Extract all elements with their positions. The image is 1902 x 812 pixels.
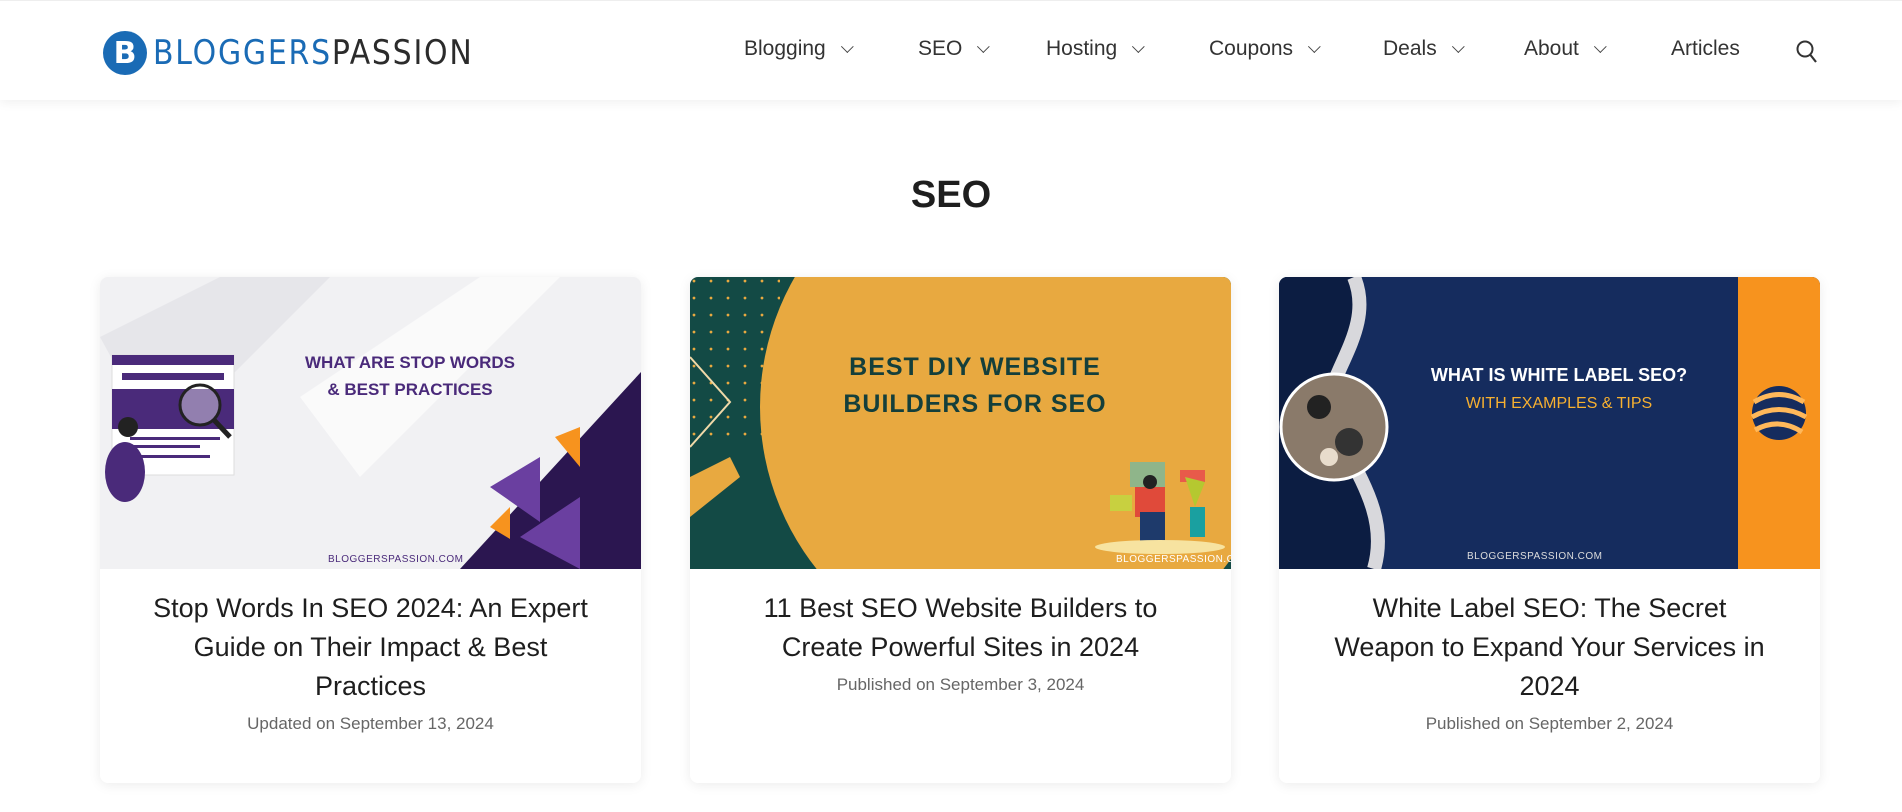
site-header: B BLOGGERSPASSION Blogging SEO Hosting C… (0, 0, 1902, 100)
thumbnail-heading: WHAT IS WHITE LABEL SEO? (1430, 365, 1688, 385)
nav-articles[interactable]: Articles (1671, 37, 1740, 61)
nav-seo[interactable]: SEO (918, 37, 991, 61)
post-title[interactable]: Stop Words In SEO 2024: An Expert Guide … (140, 589, 601, 706)
nav-blogging[interactable]: Blogging (744, 37, 854, 61)
post-title[interactable]: 11 Best SEO Website Builders to Create P… (730, 589, 1191, 667)
chevron-down-icon (1593, 39, 1607, 53)
post-thumbnail[interactable]: WHAT ARE STOP WORDS & BEST PRACTICES BLOG… (100, 277, 641, 569)
nav-about[interactable]: About (1524, 37, 1607, 61)
white-label-illustration (1279, 277, 1820, 569)
post-thumbnail[interactable]: WHAT IS WHITE LABEL SEO? WITH EXAMPLES &… (1279, 277, 1820, 569)
chevron-down-icon (1132, 39, 1145, 53)
thumbnail-heading: WHAT ARE STOP WORDS & BEST PRACTICES (305, 353, 515, 399)
post-title[interactable]: White Label SEO: The Secret Weapon to Ex… (1319, 589, 1780, 706)
search-icon[interactable] (1795, 39, 1819, 65)
logo-text: BLOGGERSPASSION (153, 33, 474, 73)
logo-badge-icon: B (103, 31, 147, 75)
stop-words-illustration (100, 277, 641, 569)
nav-coupons[interactable]: Coupons (1209, 37, 1321, 61)
post-date: Updated on September 13, 2024 (247, 714, 494, 733)
site-logo[interactable]: B BLOGGERSPASSION (103, 31, 517, 75)
post-date: Published on September 2, 2024 (1425, 714, 1674, 733)
website-builder-illustration (690, 277, 1231, 569)
page-title: SEO (910, 174, 992, 216)
thumbnail-heading: BEST DIY WEBSITE BUILDERS FOR SEO (843, 353, 1107, 418)
post-card[interactable]: WHAT IS WHITE LABEL SEO? WITH EXAMPLES &… (1279, 277, 1820, 783)
post-card[interactable]: WHAT ARE STOP WORDS & BEST PRACTICES BLOG… (100, 277, 641, 783)
chevron-down-icon (1308, 39, 1321, 53)
thumbnail-subheading: WITH EXAMPLES & TIPS (1465, 395, 1653, 412)
nav-hosting[interactable]: Hosting (1046, 37, 1145, 61)
post-thumbnail[interactable]: BEST DIY WEBSITE BUILDERS FOR SEO BLOGGER… (690, 277, 1231, 569)
chevron-down-icon (840, 39, 854, 53)
chevron-down-icon (977, 39, 991, 53)
post-date: Published on September 3, 2024 (836, 675, 1085, 694)
chevron-down-icon (1451, 39, 1465, 53)
post-card[interactable]: BEST DIY WEBSITE BUILDERS FOR SEO BLOGGER… (690, 277, 1231, 783)
nav-deals[interactable]: Deals (1383, 37, 1465, 61)
